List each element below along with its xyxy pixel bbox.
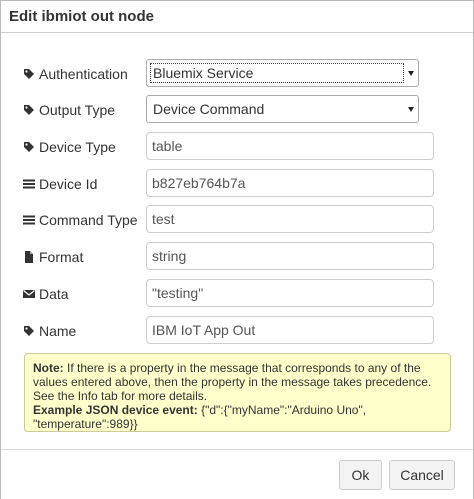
output-type-select[interactable]: Device Command: [146, 95, 419, 123]
ok-button[interactable]: Ok: [339, 460, 382, 490]
command-type-label: Command Type: [23, 212, 138, 228]
row-output-type: Output Type Device Command: [1, 95, 473, 125]
dialog-footer: Ok Cancel: [1, 449, 473, 499]
envelope-icon: [23, 288, 35, 300]
data-input[interactable]: "testing": [146, 279, 434, 307]
device-type-input[interactable]: table: [146, 132, 434, 160]
row-data: Data "testing": [1, 279, 473, 309]
format-label: Format: [23, 249, 83, 265]
help-note: Note: If there is a property in the mess…: [24, 353, 451, 432]
file-icon: [23, 251, 35, 263]
example-label: Example JSON device event:: [33, 403, 198, 417]
tag-icon: [23, 104, 35, 116]
chevron-down-icon: [408, 71, 414, 76]
note-label: Note:: [33, 361, 64, 375]
authentication-label: Authentication: [23, 66, 128, 82]
name-label: Name: [23, 323, 76, 339]
row-name: Name IBM IoT App Out: [1, 316, 473, 346]
format-input[interactable]: string: [146, 242, 434, 270]
authentication-select[interactable]: Bluemix Service: [146, 59, 419, 87]
device-id-input[interactable]: b827eb764b7a: [146, 169, 434, 197]
cancel-button[interactable]: Cancel: [389, 460, 455, 490]
list-icon: [23, 178, 35, 190]
dialog-title: Edit ibmiot out node: [9, 8, 154, 25]
row-device-type: Device Type table: [1, 132, 473, 162]
tag-icon: [23, 325, 35, 337]
dialog-titlebar: Edit ibmiot out node: [1, 1, 473, 33]
row-command-type: Command Type test: [1, 205, 473, 235]
data-label: Data: [23, 286, 69, 302]
note-text: If there is a property in the message th…: [33, 361, 432, 403]
tag-icon: [23, 68, 35, 80]
tag-icon: [23, 141, 35, 153]
chevron-down-icon: [408, 107, 414, 112]
edit-node-dialog: Edit ibmiot out node Authentication Blue…: [0, 0, 474, 499]
output-type-label: Output Type: [23, 102, 115, 118]
device-id-label: Device Id: [23, 176, 97, 192]
list-icon: [23, 214, 35, 226]
device-type-label: Device Type: [23, 139, 116, 155]
row-device-id: Device Id b827eb764b7a: [1, 169, 473, 199]
name-input[interactable]: IBM IoT App Out: [146, 316, 434, 344]
command-type-input[interactable]: test: [146, 205, 434, 233]
row-format: Format string: [1, 242, 473, 272]
row-authentication: Authentication Bluemix Service: [1, 59, 473, 89]
